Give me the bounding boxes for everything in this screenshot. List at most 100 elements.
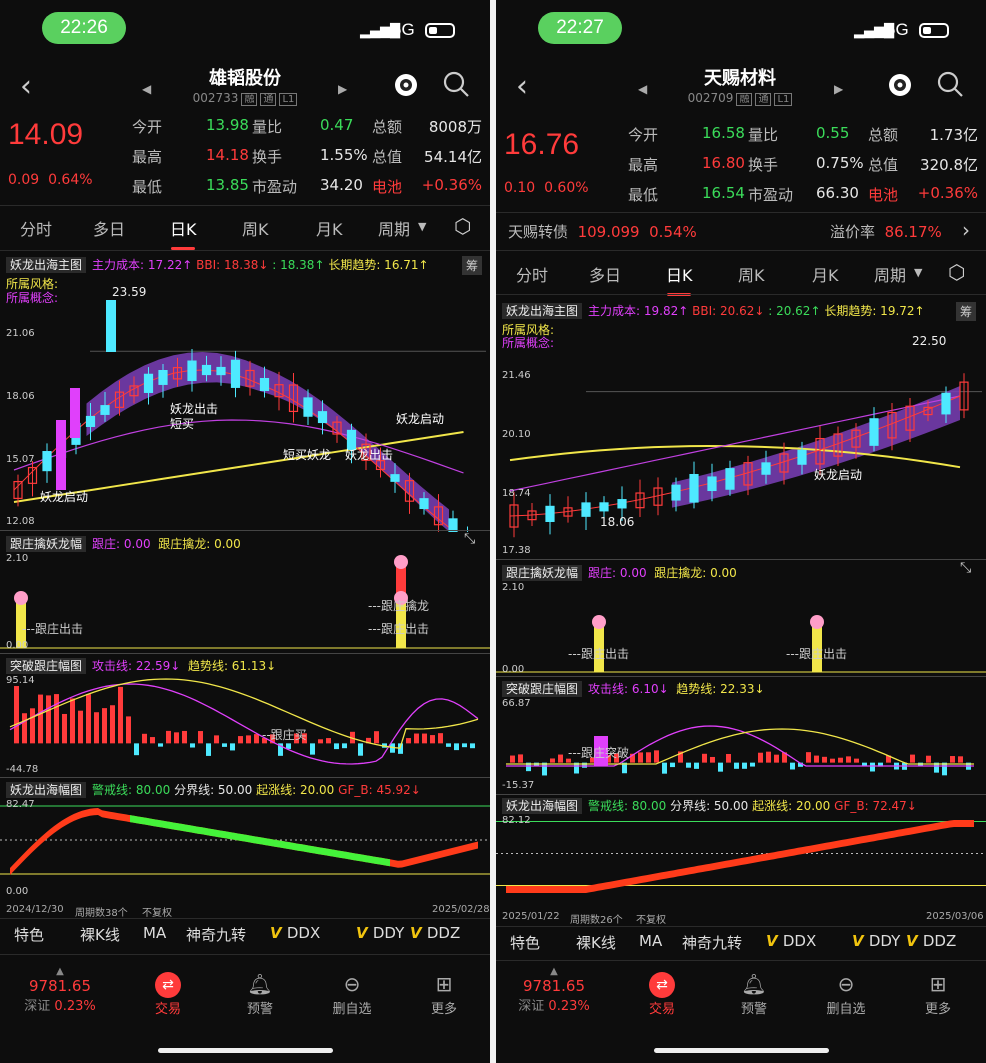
tab-3[interactable]: 周K: [738, 262, 765, 286]
tab-4[interactable]: 月K: [316, 216, 343, 240]
bond-name: 天赐转债: [508, 223, 569, 241]
candle-body: [390, 474, 400, 482]
quote-label: 今开: [132, 118, 163, 136]
quote-value: 16.80: [702, 154, 745, 172]
tab-0[interactable]: 分时: [516, 262, 548, 286]
axis-label: 21.46: [502, 370, 531, 381]
quote-value: +0.36%: [421, 176, 482, 194]
volume-bar: [70, 388, 80, 438]
histogram-bar: [334, 743, 339, 750]
tab-2[interactable]: 日K: [666, 262, 693, 296]
convertible-bond-row[interactable]: 天赐转债 109.099 0.54%: [508, 221, 697, 242]
tab-0[interactable]: 分时: [20, 216, 52, 240]
indicator-tab-2[interactable]: MA: [143, 924, 166, 942]
histogram-bar: [206, 743, 211, 756]
candlestick-chart[interactable]: [496, 316, 986, 560]
indicator-tab-6[interactable]: V DDZ: [906, 932, 956, 950]
back-icon[interactable]: ‹: [20, 72, 32, 102]
axis-label: 66.87: [502, 698, 531, 709]
price-change: 0.10 0.60%: [504, 180, 589, 196]
tab-5[interactable]: 周期: [378, 216, 410, 240]
quote-value: +0.36%: [917, 184, 978, 202]
more-button[interactable]: ⊞ 更多: [910, 972, 966, 1017]
indicator-tab-4[interactable]: V DDX: [270, 924, 320, 942]
indicator-tab-3[interactable]: 神奇九转: [682, 932, 742, 953]
candle-body: [42, 451, 52, 472]
ind4-name[interactable]: 妖龙出海幅图: [6, 782, 87, 798]
indicator-tab-6[interactable]: V DDZ: [410, 924, 460, 942]
change-percent: 0.64%: [48, 172, 93, 188]
next-stock-icon[interactable]: ▶: [338, 82, 347, 96]
settings-hex-icon[interactable]: ⬡: [948, 260, 965, 284]
remove-watchlist-button[interactable]: ⊖ 删自选: [322, 972, 382, 1017]
histogram-bar: [174, 732, 179, 744]
left-stock-screen: 22:26 ▂▄▆█ 5G ‹ ◀ 雄韬股份 002733 融通 L1 ▶ 14.0…: [0, 0, 490, 1063]
ind2-name[interactable]: 跟庄擒妖龙幅: [502, 565, 583, 581]
gf-band-green: [130, 815, 390, 867]
tab-1[interactable]: 多日: [589, 262, 621, 286]
trade-button[interactable]: ⇄ 交易: [140, 972, 196, 1017]
indicator-tab-1[interactable]: 裸K线: [576, 932, 616, 953]
alert-button[interactable]: 🔔︎ 预警: [232, 972, 288, 1017]
index-ticker[interactable]: ▲ 9781.65 深证 0.23%: [20, 966, 100, 1014]
chevron-down-icon[interactable]: ▼: [418, 220, 426, 233]
chevron-down-icon[interactable]: ▼: [914, 266, 922, 279]
home-indicator[interactable]: [654, 1048, 829, 1053]
search-icon[interactable]: [936, 70, 964, 104]
quote-label: 电池: [868, 186, 899, 204]
ind2-name[interactable]: 跟庄擒妖龙幅: [6, 536, 87, 552]
ind4-name[interactable]: 妖龙出海幅图: [502, 798, 583, 814]
expand-icon[interactable]: ⤡: [464, 531, 475, 547]
search-icon[interactable]: [442, 70, 470, 104]
ind3-name[interactable]: 突破跟庄幅图: [502, 681, 583, 697]
quote-label: 最高: [132, 148, 163, 166]
indicator-tab-0[interactable]: 特色: [510, 932, 540, 953]
chevron-right-icon[interactable]: ›: [962, 218, 970, 242]
quote-value: 1.73亿: [929, 126, 978, 144]
indicator-tab-2[interactable]: MA: [639, 932, 662, 950]
ind3-name[interactable]: 突破跟庄幅图: [6, 658, 87, 674]
histogram-bar: [638, 752, 643, 763]
trade-button[interactable]: ⇄ 交易: [634, 972, 690, 1017]
network-label: 5G: [392, 20, 415, 39]
minus-circle-icon: ⊖: [837, 972, 855, 996]
candle-body: [545, 505, 555, 522]
remove-watchlist-button[interactable]: ⊖ 删自选: [816, 972, 876, 1017]
histogram-bar: [438, 733, 443, 744]
histogram-bar: [326, 738, 331, 744]
quote-value: 34.20: [320, 176, 363, 194]
tab-5[interactable]: 周期: [874, 262, 906, 286]
back-icon[interactable]: ‹: [516, 72, 528, 102]
tag-tong: 通: [755, 93, 772, 106]
footer-count: 周期数38个: [75, 908, 128, 919]
alert-button[interactable]: 🔔︎ 预警: [726, 972, 782, 1017]
more-button[interactable]: ⊞ 更多: [416, 972, 472, 1017]
candle-body: [671, 484, 681, 501]
expand-icon[interactable]: ⤡: [960, 560, 971, 576]
quote-label: 量比: [252, 118, 283, 136]
indicator-tab-3[interactable]: 神奇九转: [186, 924, 246, 945]
indicator-tab-5[interactable]: V DDY: [852, 932, 900, 950]
premium-value: 86.17%: [884, 223, 942, 241]
settings-hex-icon[interactable]: ⬡: [454, 214, 471, 238]
quote-value: 13.85: [206, 176, 249, 194]
high-price-label: 23.59: [112, 285, 147, 299]
quote-label: 换手: [748, 156, 779, 174]
robot-icon[interactable]: [392, 70, 420, 104]
indicator-tab-1[interactable]: 裸K线: [80, 924, 120, 945]
tab-3[interactable]: 周K: [242, 216, 269, 240]
tab-1[interactable]: 多日: [93, 216, 125, 240]
tab-2[interactable]: 日K: [170, 216, 197, 250]
indicator-tabs: 特色 裸K线 MA 神奇九转 V DDX V DDY V DDZ: [496, 932, 986, 954]
index-ticker[interactable]: ▲ 9781.65 深证 0.23%: [514, 966, 594, 1014]
home-indicator[interactable]: [158, 1048, 333, 1053]
high-price-label: 22.50: [912, 334, 947, 348]
gf-band: [506, 820, 974, 893]
indicator-tab-4[interactable]: V DDX: [766, 932, 816, 950]
tab-4[interactable]: 月K: [812, 262, 839, 286]
quote-label: 今开: [628, 126, 659, 144]
next-stock-icon[interactable]: ▶: [834, 82, 843, 96]
indicator-tab-5[interactable]: V DDY: [356, 924, 404, 942]
robot-icon[interactable]: [886, 70, 914, 104]
indicator-tab-0[interactable]: 特色: [14, 924, 44, 945]
